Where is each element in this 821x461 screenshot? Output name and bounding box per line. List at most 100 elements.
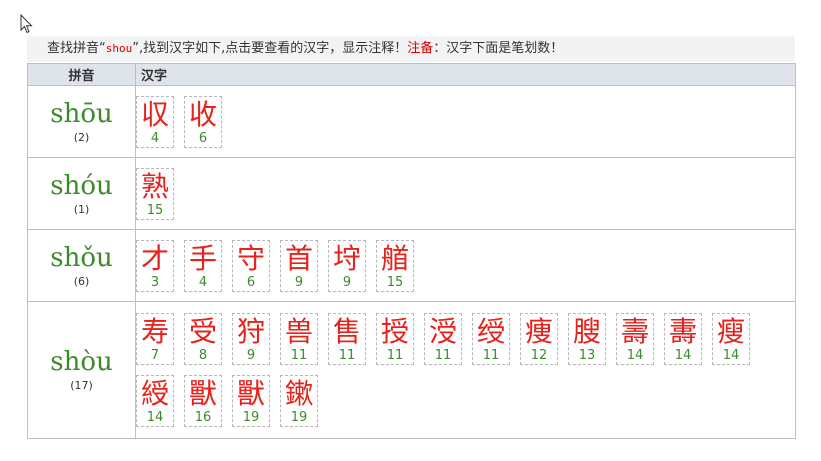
hanzi-cell: 熟 15 xyxy=(135,157,796,230)
character-link[interactable]: 瘦 14 xyxy=(712,313,750,365)
stroke-count: 4 xyxy=(150,130,160,146)
character-glyph: 绶 xyxy=(476,315,505,348)
character-count: (1) xyxy=(73,202,90,216)
stroke-count: 8 xyxy=(198,348,208,363)
stroke-count: 9 xyxy=(294,274,304,290)
character-link[interactable]: 垨9 xyxy=(328,239,366,292)
table-row: shǒu (6) 才 3 手 4 守 6 首 9 垨 9 艏 15 xyxy=(27,229,796,302)
character-glyph: 熟 xyxy=(140,169,169,203)
character-glyph: 狩 xyxy=(236,315,265,348)
pinyin-cell: shǒu (6) xyxy=(27,229,136,302)
stroke-count: 6 xyxy=(198,130,208,146)
character-link[interactable]: 售 11 xyxy=(328,313,366,365)
character-glyph: 授 xyxy=(380,315,409,348)
character-count: (6) xyxy=(73,274,90,288)
character-glyph: 収 xyxy=(140,97,169,131)
character-link[interactable]: 首9 xyxy=(280,239,318,292)
character-glyph: 售 xyxy=(332,315,361,348)
character-list: 収4收6 xyxy=(136,95,795,148)
character-link[interactable]: 鏉 19 xyxy=(280,375,318,427)
table-header-row: 拼音 汉字 xyxy=(27,63,796,86)
table-row: shōu (2) 収 4 收 6 xyxy=(27,85,796,158)
note-text: ：汉字下面是笔划数！ xyxy=(433,41,564,56)
character-link[interactable]: 涭 11 xyxy=(424,313,462,365)
character-link[interactable]: 绶 11 xyxy=(472,313,510,365)
character-link[interactable]: 寿7 xyxy=(136,313,174,365)
character-link[interactable]: 痩 12 xyxy=(520,313,558,365)
header-hanzi: 汉字 xyxy=(135,63,796,86)
character-link[interactable]: 授 11 xyxy=(376,313,414,365)
character-link[interactable]: 受8 xyxy=(184,313,222,365)
search-info-bar: 查找拼音“shou”,找到汉字如下,点击要查看的汉字，显示注释！注备：汉字下面是… xyxy=(27,36,795,62)
character-link[interactable]: 獸 16 xyxy=(184,375,222,427)
character-link[interactable]: 兽 11 xyxy=(280,313,318,365)
character-glyph: 才 xyxy=(140,241,169,275)
info-prefix: 查找拼音“ xyxy=(47,41,106,56)
character-link[interactable]: 獸 19 xyxy=(232,375,270,427)
pinyin-text: shóu xyxy=(50,170,113,201)
character-link[interactable]: 才3 xyxy=(136,239,174,292)
character-glyph: 涭 xyxy=(428,315,457,348)
stroke-count: 14 xyxy=(146,410,164,425)
header-pinyin: 拼音 xyxy=(27,63,136,86)
mouse-pointer-icon xyxy=(20,14,33,34)
stroke-count: 6 xyxy=(246,274,256,290)
character-link[interactable]: 壽 14 xyxy=(616,313,654,365)
stroke-count: 14 xyxy=(674,348,692,363)
character-glyph: 獸 xyxy=(188,377,217,410)
stroke-count: 19 xyxy=(242,410,260,425)
table-row: shóu (1) 熟 15 xyxy=(27,157,796,230)
stroke-count: 11 xyxy=(338,348,356,363)
stroke-count: 7 xyxy=(150,348,160,363)
character-list: 寿 7 受 8 狩 9 兽 11 售 11 授 11 涭 11 绶 11 痩 12 膄 13 壽 14 夀 14 瘦 14 綬 14 獸… xyxy=(136,313,795,427)
pinyin-cell: shōu (2) xyxy=(27,85,136,158)
stroke-count: 11 xyxy=(434,348,452,363)
character-link[interactable]: 綬 14 xyxy=(136,375,174,427)
stroke-count: 3 xyxy=(150,274,160,290)
stroke-count: 11 xyxy=(290,348,308,363)
stroke-count: 13 xyxy=(578,348,596,363)
stroke-count: 14 xyxy=(626,348,644,363)
character-list: 熟 15 xyxy=(136,167,795,220)
pinyin-text: shǒu xyxy=(50,242,113,273)
character-link[interactable]: 熟 15 xyxy=(136,167,174,220)
character-glyph: 守 xyxy=(236,241,265,275)
stroke-count: 14 xyxy=(722,348,740,363)
character-glyph: 受 xyxy=(188,315,217,348)
character-glyph: 艏 xyxy=(380,241,409,275)
hanzi-cell: 収4收6 xyxy=(135,85,796,158)
character-link[interactable]: 夀 14 xyxy=(664,313,702,365)
table-row: shòu (17) 寿 7 受 8 狩 9 兽 11 售 11 授 11 涭 11 绶 11 痩 12 膄 13 壽 14 夀 1… xyxy=(27,301,796,439)
character-link[interactable]: 守6 xyxy=(232,239,270,292)
table-body: shōu (2) 収 4 收 6 shóu (1) 熟 15 shǒu (6) 才 3 手 4 守 6 首 9 垨 9 艏 1… xyxy=(27,85,796,439)
stroke-count: 11 xyxy=(386,348,404,363)
pinyin-text: shòu xyxy=(50,347,113,377)
character-glyph: 獸 xyxy=(236,377,265,410)
stroke-count: 9 xyxy=(342,274,352,290)
pinyin-result-table: 拼音 汉字 shōu (2) 収 4 收 6 shóu (1) 熟 15 shǒu (6) 才 3 手 4 守 6… xyxy=(27,63,796,439)
character-link[interactable]: 收6 xyxy=(184,95,222,148)
pinyin-text: shōu xyxy=(50,98,113,129)
character-glyph: 膄 xyxy=(572,315,601,348)
hanzi-cell: 寿 7 受 8 狩 9 兽 11 售 11 授 11 涭 11 绶 11 痩 12 膄 13 壽 14 夀 14 瘦 14 綬 14 獸… xyxy=(135,301,796,439)
character-link[interactable]: 艏 15 xyxy=(376,239,414,292)
stroke-count: 16 xyxy=(194,410,212,425)
character-glyph: 垨 xyxy=(332,241,361,275)
pinyin-cell: shóu (1) xyxy=(27,157,136,230)
stroke-count: 11 xyxy=(482,348,500,363)
stroke-count: 15 xyxy=(146,202,164,218)
character-link[interactable]: 手4 xyxy=(184,239,222,292)
character-glyph: 收 xyxy=(188,97,217,131)
character-glyph: 壽 xyxy=(620,315,649,348)
character-link[interactable]: 狩9 xyxy=(232,313,270,365)
character-link[interactable]: 膄 13 xyxy=(568,313,606,365)
character-glyph: 綬 xyxy=(140,377,169,410)
pinyin-cell: shòu (17) xyxy=(27,301,136,439)
character-glyph: 鏉 xyxy=(284,377,313,410)
character-link[interactable]: 収4 xyxy=(136,95,174,148)
character-count: (2) xyxy=(73,130,90,144)
hanzi-cell: 才 3 手 4 守 6 首 9 垨 9 艏 15 xyxy=(135,229,796,302)
stroke-count: 4 xyxy=(198,274,208,290)
character-glyph: 痩 xyxy=(524,315,553,348)
query-term: shou xyxy=(105,42,133,55)
